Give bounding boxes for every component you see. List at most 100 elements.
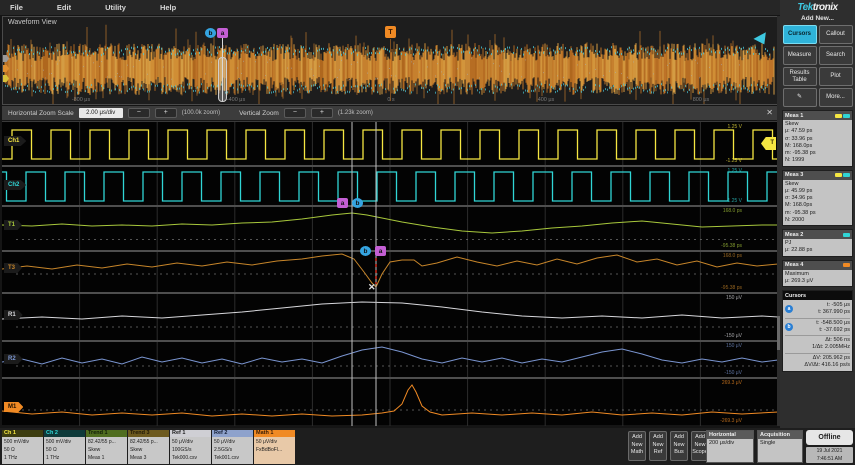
meas-value: N: 1999 bbox=[785, 157, 805, 164]
tektronix-logo: Tektronix bbox=[782, 2, 853, 13]
badge-line: 50 μV/div bbox=[256, 439, 277, 445]
cursor-a-badge[interactable]: a bbox=[337, 198, 348, 208]
cursors-header[interactable]: Cursors bbox=[783, 291, 852, 300]
menu-edit[interactable]: Edit bbox=[57, 3, 71, 12]
results-table-button[interactable]: Results Table bbox=[782, 67, 817, 86]
time-tick: 0 s bbox=[387, 97, 395, 103]
badge-line: 2.5GS/s bbox=[214, 447, 233, 453]
waveform-overview[interactable]: Waveform View -800 μs -400 μs 0 s 400 μs… bbox=[2, 16, 778, 105]
ch1-settings-badge[interactable]: Ch 1 500 mV/div 50 Ω 1 THz bbox=[2, 430, 43, 464]
date-text: 19 Jul 2021 bbox=[816, 448, 843, 454]
scale-label: 168.0 ps bbox=[722, 253, 742, 259]
meas-value: μ: 269.3 μV bbox=[785, 277, 814, 284]
add-new-ref-button[interactable]: Add New Ref bbox=[649, 431, 667, 461]
scale-label: -95.38 ps bbox=[721, 243, 742, 249]
badge-line: 82.42/55 p... bbox=[130, 439, 158, 445]
meas-2-header[interactable]: Meas 2 bbox=[783, 230, 852, 239]
meas-4-header[interactable]: Meas 4 bbox=[783, 260, 852, 270]
close-icon[interactable]: ✕ bbox=[766, 108, 773, 117]
h-zoom-scale-input[interactable]: 2.00 μs/div bbox=[78, 108, 123, 118]
cursors-panel[interactable]: Cursors a t: -505 μs t: 367.990 ps b t: … bbox=[782, 290, 853, 372]
menu-utility[interactable]: Utility bbox=[105, 3, 126, 12]
overview-title: Waveform View bbox=[8, 19, 57, 26]
meas-value: Skew bbox=[785, 121, 799, 127]
overview-cursor-b-badge[interactable]: b bbox=[205, 28, 216, 38]
add-new-bus-button[interactable]: Add New Bus bbox=[670, 431, 688, 461]
delta-value: ΔV/Δt: 416.16 ps/s bbox=[804, 361, 850, 368]
meas-value: M: 168.0ps bbox=[785, 202, 813, 209]
measure-button[interactable]: Measure bbox=[782, 46, 817, 65]
meas-3-header[interactable]: Meas 3 bbox=[783, 170, 852, 180]
cursor-crosshair-marker[interactable]: ✕ bbox=[368, 282, 376, 293]
overview-cursor-handle[interactable] bbox=[218, 57, 227, 102]
badge-title: Trend 3 bbox=[128, 430, 169, 437]
v-zoom-readout: (1.23k zoom) bbox=[337, 110, 373, 116]
channel-settings-badges: Ch 1 500 mV/div 50 Ω 1 THz Ch 2 500 mV/d… bbox=[2, 430, 295, 464]
add-new-math-button[interactable]: Add New Math bbox=[628, 431, 646, 461]
cursor-b-badge[interactable]: b bbox=[352, 198, 363, 208]
meas-3-panel[interactable]: Meas 3 Skew μ: 45.99 ps σ: 34.96 ps M: 1… bbox=[782, 169, 853, 226]
trend1-settings-badge[interactable]: Trend 1 82.42/55 p... Skew Meas 1 bbox=[86, 430, 127, 464]
overview-cursor-a-badge[interactable]: a bbox=[217, 28, 228, 38]
meas-value: M: 168.0ps bbox=[785, 142, 813, 149]
meas-1-panel[interactable]: Meas 1 Skew μ: 47.59 ps σ: 33.96 ps M: 1… bbox=[782, 110, 853, 167]
h-zoom-readout: (100.0k zoom) bbox=[181, 110, 221, 116]
cursor-b-badge[interactable]: b bbox=[360, 246, 371, 256]
cursor-a-badge[interactable]: a bbox=[375, 246, 386, 256]
v-zoom-in-button[interactable]: + bbox=[310, 108, 333, 118]
plot-button[interactable]: Plot bbox=[818, 67, 853, 86]
badge-title: Math 1 bbox=[254, 430, 295, 437]
menu-bar: File Edit Utility Help bbox=[0, 0, 780, 15]
search-button[interactable]: Search bbox=[818, 46, 853, 65]
delta-value: 1/Δt: 2.005MHz bbox=[812, 344, 850, 351]
badge-line: Meas 1 bbox=[88, 455, 105, 461]
cursor-b-readout: b t: -548.500 μs t: -37.692 ps bbox=[785, 319, 850, 336]
trigger-position-icon[interactable]: T bbox=[385, 26, 396, 38]
zoom-toolbar: Horizontal Zoom Scale 2.00 μs/div − + (1… bbox=[2, 106, 778, 120]
oscilloscope-app: File Edit Utility Help Waveform View -80… bbox=[0, 0, 855, 465]
meas-3-title: Meas 3 bbox=[785, 172, 804, 178]
scale-label: 168.0 ps bbox=[722, 208, 742, 214]
meas-1-title: Meas 1 bbox=[785, 112, 804, 119]
cursors-button[interactable]: Cursors bbox=[782, 25, 817, 44]
h-zoom-out-button[interactable]: − bbox=[127, 108, 150, 118]
scale-label: 150 μV bbox=[726, 295, 742, 301]
meas-1-header[interactable]: Meas 1 bbox=[783, 111, 852, 120]
more-button[interactable]: More... bbox=[818, 88, 853, 107]
trend3-settings-badge[interactable]: Trend 3 82.42/55 p... Skew Meas 3 bbox=[128, 430, 169, 464]
source-chips bbox=[835, 113, 850, 118]
cursors-title: Cursors bbox=[785, 292, 807, 299]
badge-line: 82.42/55 p... bbox=[88, 439, 116, 445]
results-sidebar: Tektronix Add New... Cursors Callout Mea… bbox=[780, 0, 855, 428]
badge-line: 500 mV/div bbox=[46, 439, 72, 445]
horizontal-title: Horizontal bbox=[707, 431, 753, 439]
math1-settings-badge[interactable]: Math 1 50 μV/div FxBdBoFl... bbox=[254, 430, 295, 464]
badge-line: Tek000.csv bbox=[172, 455, 198, 461]
badge-line: Skew bbox=[130, 447, 143, 453]
badge-line: Meas 3 bbox=[130, 455, 147, 461]
waveform-view[interactable]: Ch1 Ch2 T1 T3 R1 R2 M1 1.25 V -1.25 V 1.… bbox=[0, 121, 807, 426]
meas-2-panel[interactable]: Meas 2 PJ μ: 22.88 ps bbox=[782, 229, 853, 257]
delta-value: ΔV: 205.962 ps bbox=[812, 354, 850, 361]
v-zoom-out-button[interactable]: − bbox=[283, 108, 306, 118]
ch2-settings-badge[interactable]: Ch 2 500 mV/div 50 Ω 1 THz bbox=[44, 430, 85, 464]
menu-file[interactable]: File bbox=[10, 3, 23, 12]
acquisition-settings-badge[interactable]: Acquisition Single bbox=[757, 430, 803, 463]
callout-button[interactable]: Callout bbox=[818, 25, 853, 44]
delta-t-readout: Δt: 506 ns 1/Δt: 2.005MHz bbox=[785, 336, 850, 354]
horizontal-settings-badge[interactable]: Horizontal 200 μs/div bbox=[706, 430, 754, 463]
meas-value: σ: 33.96 ps bbox=[785, 135, 813, 142]
h-zoom-in-button[interactable]: + bbox=[154, 108, 177, 118]
meas-4-panel[interactable]: Meas 4 Maximum μ: 269.3 μV bbox=[782, 259, 853, 287]
ref2-settings-badge[interactable]: Ref 2 50 μV/div 2.5GS/s Tek001.csv bbox=[212, 430, 253, 464]
acquisition-title: Acquisition bbox=[758, 431, 802, 439]
draw-icon[interactable]: ✎ bbox=[782, 88, 817, 107]
meas-value: Skew bbox=[785, 180, 799, 187]
offline-button[interactable]: Offline bbox=[806, 430, 853, 445]
badge-line: 1 THz bbox=[46, 455, 60, 461]
menu-help[interactable]: Help bbox=[160, 3, 176, 12]
scale-label: 269.3 μV bbox=[721, 380, 742, 386]
scale-label: -95.38 ps bbox=[721, 285, 742, 291]
badge-title: Trend 1 bbox=[86, 430, 127, 437]
ref1-settings-badge[interactable]: Ref 1 50 μV/div 100GS/s Tek000.csv bbox=[170, 430, 211, 464]
